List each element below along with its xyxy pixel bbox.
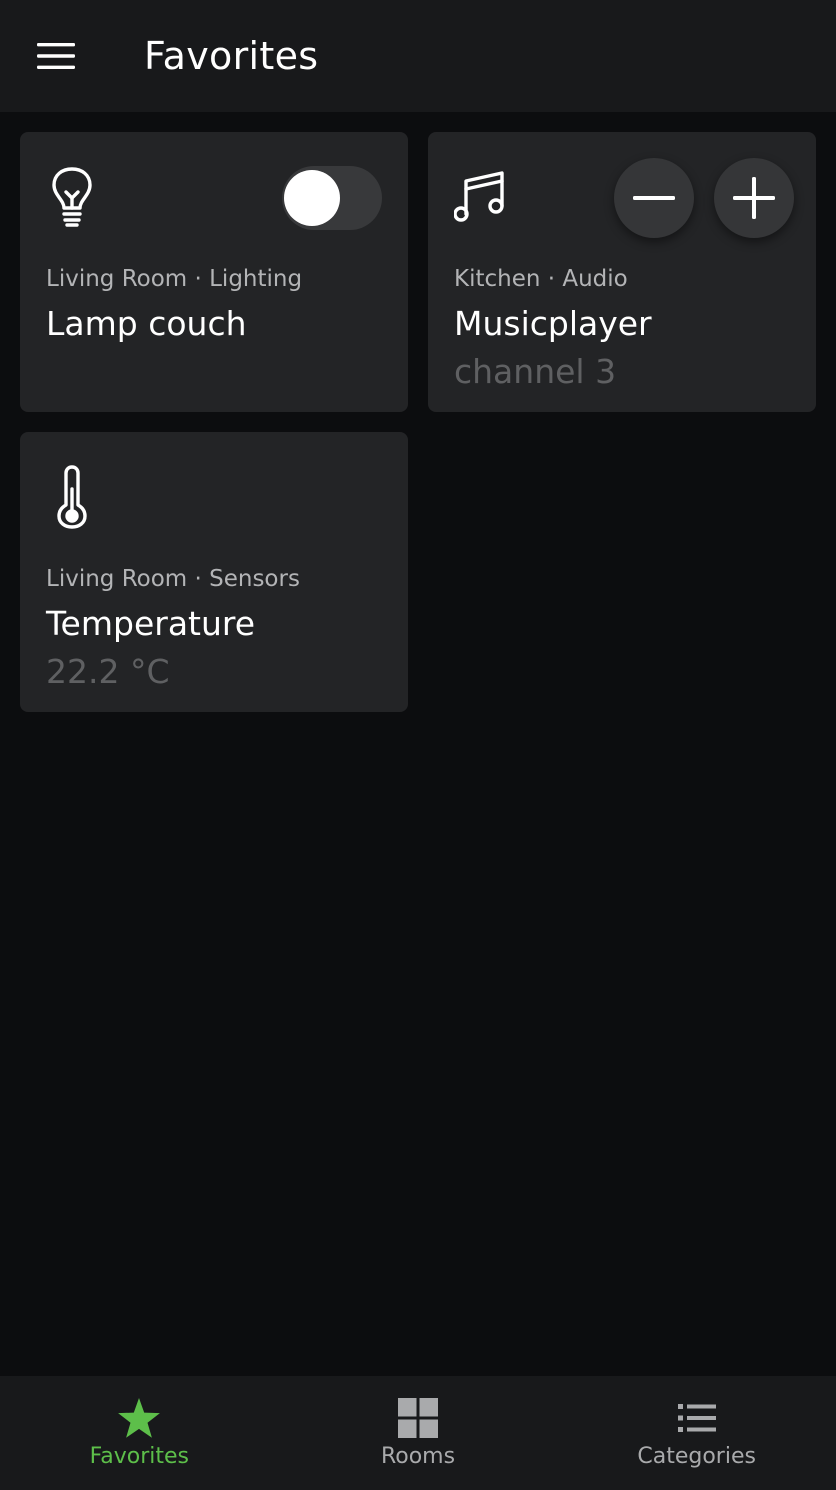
card-location-category: Living Room · Sensors (46, 566, 300, 592)
card-location-category: Living Room · Lighting (46, 266, 303, 292)
volume-down-button[interactable] (614, 158, 694, 238)
app-root: Favorites Living Room · Lighting Lamp co… (0, 0, 836, 1490)
toggle-knob (284, 170, 340, 226)
grid-icon (396, 1396, 440, 1440)
plus-icon (733, 177, 775, 219)
music-note-icon (452, 164, 508, 230)
device-card-temperature[interactable]: Living Room · Sensors Temperature 22.2 °… (20, 432, 408, 712)
card-device-name: Musicplayer (454, 304, 652, 343)
nav-item-favorites[interactable]: Favorites (0, 1376, 279, 1490)
lamp-toggle-switch[interactable] (282, 166, 382, 230)
nav-label: Categories (637, 1444, 756, 1469)
minus-icon (633, 196, 675, 200)
menu-button[interactable] (22, 24, 90, 88)
thermometer-icon (44, 464, 100, 530)
card-device-name: Lamp couch (46, 304, 247, 343)
card-device-name: Temperature (46, 604, 256, 643)
card-location-category: Kitchen · Audio (454, 266, 628, 292)
card-device-value: 22.2 °C (46, 652, 170, 691)
star-icon (117, 1396, 161, 1440)
nav-item-rooms[interactable]: Rooms (279, 1376, 558, 1490)
device-card-musicplayer[interactable]: Kitchen · Audio Musicplayer channel 3 (428, 132, 816, 412)
volume-up-button[interactable] (714, 158, 794, 238)
card-device-value: channel 3 (454, 352, 617, 391)
bottom-navigation: Favorites Rooms Categories (0, 1376, 836, 1490)
list-icon (675, 1396, 719, 1440)
page-title: Favorites (144, 34, 319, 78)
nav-item-categories[interactable]: Categories (557, 1376, 836, 1490)
lightbulb-icon (44, 164, 100, 230)
hamburger-menu-icon (37, 43, 75, 69)
device-card-lamp-couch[interactable]: Living Room · Lighting Lamp couch (20, 132, 408, 412)
top-app-bar: Favorites (0, 0, 836, 112)
nav-label: Rooms (380, 1444, 456, 1469)
nav-label: Favorites (89, 1444, 190, 1469)
